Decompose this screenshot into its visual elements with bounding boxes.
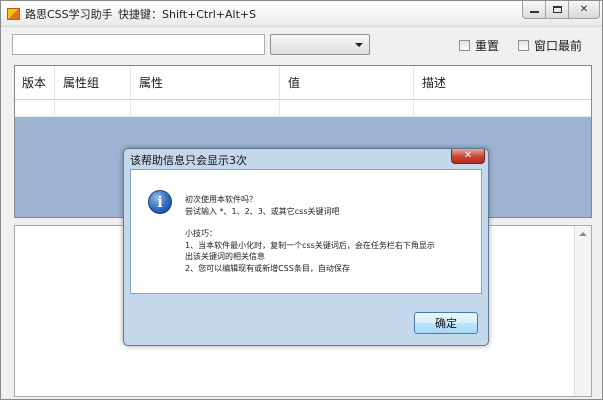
vertical-scrollbar[interactable] xyxy=(574,226,591,396)
dialog-title: 该帮助信息只会显示3次 xyxy=(130,154,247,167)
column-header-version[interactable]: 版本 xyxy=(15,66,55,100)
close-icon: ✕ xyxy=(463,150,473,161)
info-icon: i xyxy=(148,190,172,214)
dialog-message-line: 1、当本软件最小化时，复制一个css关键词后，会在任务栏右下角显示 xyxy=(185,241,435,250)
window-title: 路思CSS学习助手 xyxy=(25,8,113,21)
main-window: 路思CSS学习助手 快捷键：Shift+Ctrl+Alt+S ✕ 重置 窗口最前… xyxy=(0,0,603,400)
minimize-icon xyxy=(529,11,539,13)
column-header-property[interactable]: 属性 xyxy=(131,66,280,100)
maximize-icon xyxy=(552,6,562,13)
reset-checkbox[interactable]: 重置 xyxy=(459,37,499,54)
topmost-checkbox-label: 窗口最前 xyxy=(534,39,583,53)
table-cell[interactable] xyxy=(280,100,414,117)
dialog-message-line: 小技巧： xyxy=(185,229,217,238)
minimize-button[interactable] xyxy=(522,1,546,19)
dialog-message-line: 初次使用本软件吗？ xyxy=(185,195,257,204)
maximize-button[interactable] xyxy=(545,1,569,19)
column-header-value[interactable]: 值 xyxy=(280,66,414,100)
dialog-close-button[interactable]: ✕ xyxy=(451,149,485,164)
reset-checkbox-box[interactable] xyxy=(459,40,470,51)
reset-checkbox-label: 重置 xyxy=(475,39,500,53)
scroll-up-icon[interactable] xyxy=(579,232,587,236)
chevron-down-icon xyxy=(355,43,363,47)
table-cell[interactable] xyxy=(131,100,280,117)
dialog-message-area: i 初次使用本软件吗？ 尝试输入 *、1、2、3、或其它css关键词吧 小技巧：… xyxy=(130,169,482,294)
help-dialog: 该帮助信息只会显示3次 ✕ i 初次使用本软件吗？ 尝试输入 *、1、2、3、或… xyxy=(123,148,489,346)
app-logo-icon xyxy=(7,8,20,20)
table-cell[interactable] xyxy=(15,100,55,117)
ok-button[interactable]: 确定 xyxy=(414,312,478,334)
topmost-checkbox-box[interactable] xyxy=(518,40,529,51)
close-icon: ✕ xyxy=(579,4,589,15)
hotkey-hint: 快捷键：Shift+Ctrl+Alt+S xyxy=(118,8,257,21)
category-select[interactable] xyxy=(270,34,370,55)
table-row[interactable] xyxy=(15,100,591,117)
dialog-message-line: 尝试输入 *、1、2、3、或其它css关键词吧 xyxy=(185,207,340,216)
close-button[interactable]: ✕ xyxy=(568,1,600,19)
dialog-message-line: 出该关键词的相关信息 xyxy=(185,252,265,261)
table-cell[interactable] xyxy=(55,100,131,117)
dialog-message-line: 2、您可以编辑现有或新增CSS条目，自动保存 xyxy=(185,264,350,273)
search-input[interactable] xyxy=(12,34,265,55)
column-header-property-group[interactable]: 属性组 xyxy=(55,66,131,100)
table-header: 版本 属性组 属性 值 描述 xyxy=(15,66,591,100)
topmost-checkbox[interactable]: 窗口最前 xyxy=(518,37,582,54)
title-bar[interactable]: 路思CSS学习助手 快捷键：Shift+Ctrl+Alt+S ✕ xyxy=(1,1,602,27)
column-header-description[interactable]: 描述 xyxy=(414,66,591,100)
